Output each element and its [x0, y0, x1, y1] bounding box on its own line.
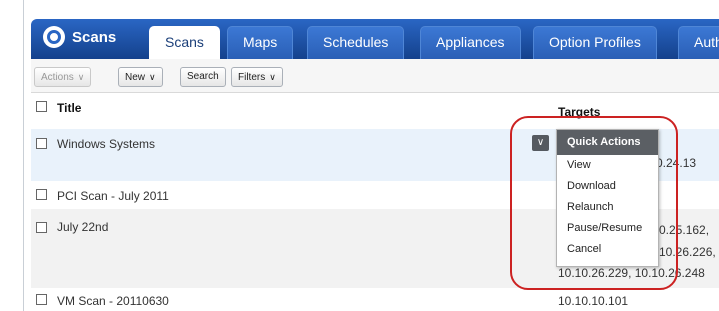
- scan-target: 0.24.13: [656, 156, 697, 170]
- tab-maps[interactable]: Maps: [227, 26, 294, 59]
- scan-target: 10.10.10.101: [558, 294, 629, 308]
- new-button[interactable]: New ∨: [118, 67, 163, 87]
- row-checkbox[interactable]: [36, 222, 47, 233]
- table-header: Title Targets: [31, 93, 719, 129]
- qualys-logo-icon: [43, 26, 65, 48]
- menu-item-view[interactable]: View: [557, 155, 658, 176]
- menu-item-cancel[interactable]: Cancel: [557, 239, 658, 260]
- top-navigation-bar: Scans Scans Maps Schedules Appliances Op…: [31, 19, 719, 59]
- table-row[interactable]: VM Scan - 20110630 10.10.10.101: [31, 288, 719, 311]
- scan-title[interactable]: PCI Scan - July 2011: [57, 189, 169, 203]
- search-label: Search: [187, 71, 219, 82]
- quick-actions-menu: Quick Actions View Download Relaunch Pau…: [556, 129, 659, 267]
- quick-actions-toggle[interactable]: ∨: [532, 135, 549, 151]
- tab-option-profiles[interactable]: Option Profiles: [533, 26, 657, 59]
- menu-item-download[interactable]: Download: [557, 176, 658, 197]
- search-button[interactable]: Search: [180, 67, 226, 87]
- tab-appliances[interactable]: Appliances: [420, 26, 521, 59]
- filters-button[interactable]: Filters ∨: [231, 67, 283, 87]
- menu-item-pause-resume[interactable]: Pause/Resume: [557, 218, 658, 239]
- logo-label: Scans: [72, 28, 117, 46]
- row-checkbox[interactable]: [36, 138, 47, 149]
- scan-target: 10.26.226,: [659, 245, 716, 259]
- chevron-down-icon: ∨: [149, 72, 156, 82]
- chevron-down-icon: ∨: [77, 72, 85, 82]
- column-targets-header[interactable]: Targets: [558, 105, 600, 119]
- scan-target: 0.25.162,: [659, 223, 710, 237]
- row-checkbox[interactable]: [36, 189, 47, 200]
- scan-toolbar: Actions ∨ New ∨ Search Filters ∨: [31, 59, 719, 93]
- tab-authentication[interactable]: Authe: [678, 26, 719, 59]
- menu-item-relaunch[interactable]: Relaunch: [557, 197, 658, 218]
- actions-label: Actions: [41, 72, 74, 83]
- scan-title[interactable]: July 22nd: [57, 220, 108, 234]
- scan-title[interactable]: VM Scan - 20110630: [57, 294, 169, 308]
- new-label: New: [125, 72, 146, 83]
- scan-title[interactable]: Windows Systems: [57, 137, 155, 151]
- quick-actions-header: Quick Actions: [557, 130, 658, 155]
- actions-button[interactable]: Actions ∨: [34, 67, 92, 87]
- app-logo[interactable]: Scans: [43, 26, 116, 48]
- chevron-down-icon: ∨: [536, 137, 545, 148]
- chevron-down-icon: ∨: [269, 72, 276, 82]
- scan-target: 10.10.26.229, 10.10.26.248: [558, 266, 705, 280]
- tab-scans[interactable]: Scans: [149, 26, 220, 59]
- filters-label: Filters: [238, 72, 266, 83]
- column-title-header[interactable]: Title: [57, 101, 81, 115]
- tab-schedules[interactable]: Schedules: [307, 26, 405, 59]
- select-all-checkbox[interactable]: [36, 101, 47, 112]
- row-checkbox[interactable]: [36, 294, 47, 305]
